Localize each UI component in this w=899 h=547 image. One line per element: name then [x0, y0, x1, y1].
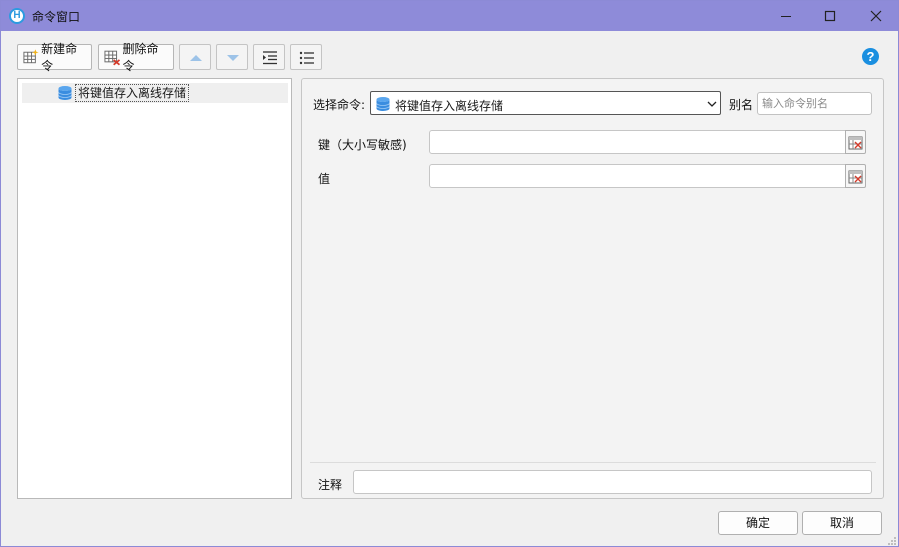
minimize-button[interactable]: [763, 1, 809, 31]
close-icon: [870, 10, 882, 22]
panel-divider: [310, 462, 876, 463]
new-command-button[interactable]: 新建命令: [17, 42, 92, 73]
command-select[interactable]: 将键值存入离线存储: [370, 91, 721, 115]
list-button[interactable]: [290, 44, 322, 70]
resize-grip-icon[interactable]: [887, 536, 897, 546]
minimize-icon: [781, 16, 791, 17]
indent-icon: [263, 51, 277, 65]
formula-editor-icon: [848, 170, 863, 184]
help-icon[interactable]: ?: [862, 48, 879, 65]
command-detail-panel: 选择命令: 将键值存入离线存储 别名 键（大小写敏感) 值: [301, 78, 884, 499]
tree-item[interactable]: 将键值存入离线存储: [22, 83, 288, 103]
value-expression-button[interactable]: [845, 164, 866, 188]
move-down-button[interactable]: [216, 44, 248, 70]
move-up-button[interactable]: [179, 44, 211, 70]
title-bar[interactable]: H 命令窗口: [1, 1, 898, 31]
cancel-button[interactable]: 取消: [802, 511, 882, 535]
key-expression-button[interactable]: [845, 130, 866, 154]
selected-command-text: 将键值存入离线存储: [395, 99, 504, 113]
close-button[interactable]: [853, 1, 899, 31]
command-window: H 命令窗口 新建命令 删除命令 ? 将键值存入离线存储 选择命令: 将键值存入…: [0, 0, 899, 547]
delete-command-label: 删除命令: [122, 42, 159, 73]
key-input[interactable]: [429, 130, 846, 154]
new-table-icon: [23, 49, 39, 64]
tree-item-label: 将键值存入离线存储: [75, 84, 190, 102]
note-label: 注释: [318, 478, 343, 492]
maximize-button[interactable]: [807, 1, 853, 31]
value-input[interactable]: [429, 164, 846, 188]
triangle-down-icon: [227, 55, 239, 61]
formula-editor-icon: [848, 136, 863, 150]
alias-input[interactable]: [757, 92, 872, 115]
select-command-label: 选择命令:: [313, 98, 366, 112]
value-label: 值: [318, 172, 331, 186]
bullet-list-icon: [299, 51, 314, 65]
database-icon: [58, 86, 72, 100]
window-title: 命令窗口: [32, 10, 81, 24]
ok-button[interactable]: 确定: [718, 511, 798, 535]
app-logo-icon: H: [9, 8, 25, 24]
key-label: 键（大小写敏感): [318, 138, 407, 152]
command-tree-panel: 将键值存入离线存储: [17, 78, 292, 499]
delete-table-icon: [104, 50, 121, 66]
delete-command-button[interactable]: 删除命令: [98, 42, 174, 73]
triangle-up-icon: [190, 55, 202, 61]
indent-button[interactable]: [253, 44, 285, 70]
new-command-label: 新建命令: [41, 42, 78, 73]
database-icon: [376, 97, 390, 111]
maximize-icon: [824, 10, 836, 22]
alias-label: 别名: [729, 98, 754, 112]
chevron-down-icon: [707, 101, 717, 107]
note-input[interactable]: [353, 470, 872, 494]
